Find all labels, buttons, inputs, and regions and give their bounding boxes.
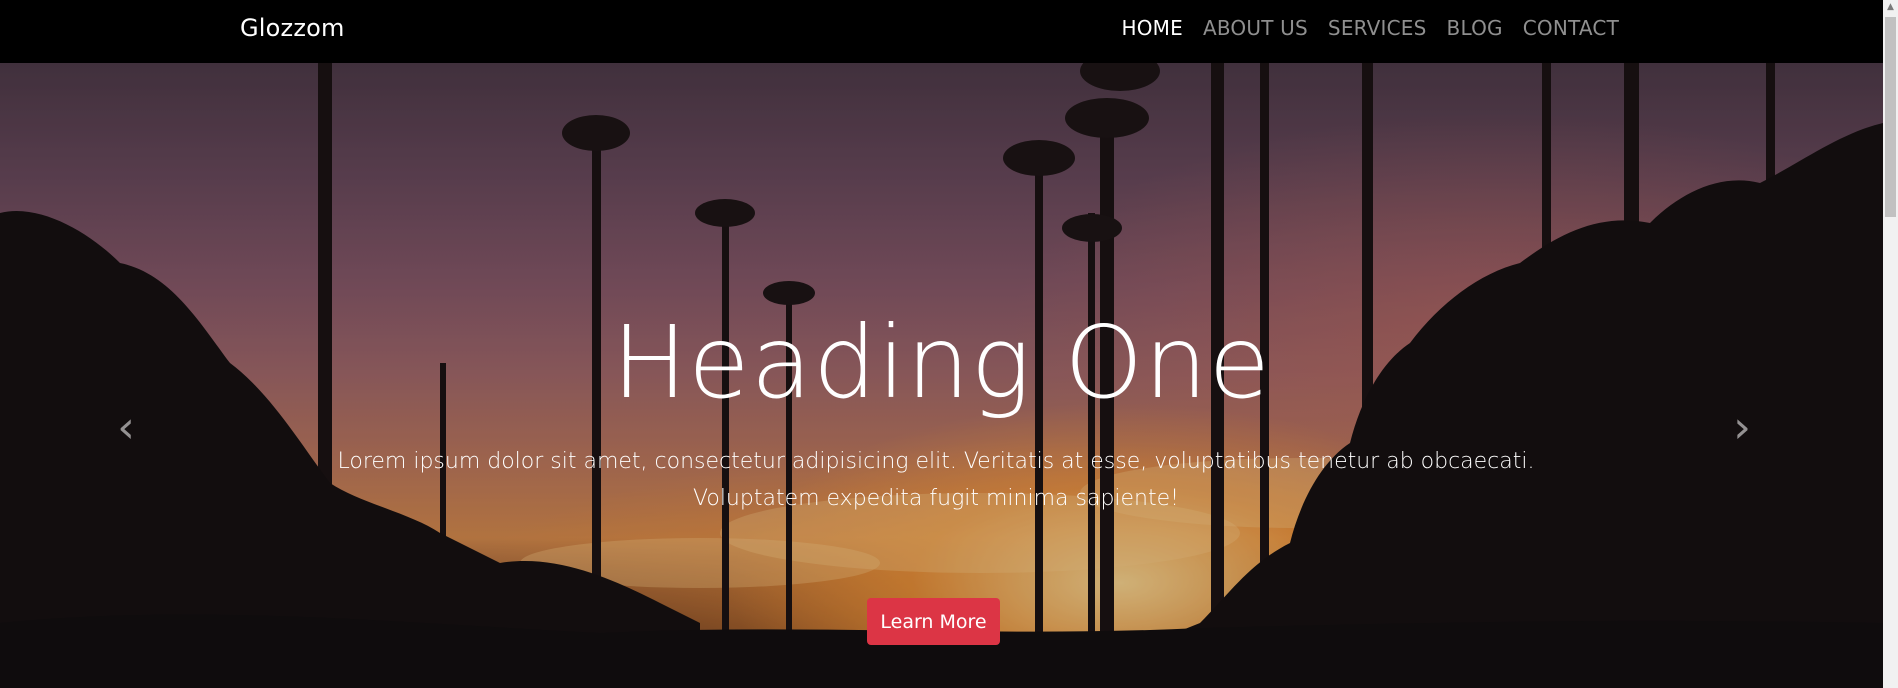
learn-more-button[interactable]: Learn More: [867, 598, 1000, 645]
nav-link-blog[interactable]: BLOG: [1447, 16, 1503, 40]
vertical-scrollbar[interactable]: ▲: [1883, 0, 1898, 688]
nav-link-contact[interactable]: CONTACT: [1523, 16, 1619, 40]
hero-description: Lorem ipsum dolor sit amet, consectetur …: [337, 449, 1535, 511]
nav-link-services[interactable]: SERVICES: [1328, 16, 1427, 40]
hero-heading: Heading One: [611, 304, 1272, 421]
chevron-right-icon: ›: [1733, 402, 1751, 453]
scrollbar-thumb[interactable]: [1885, 17, 1896, 217]
carousel-prev-button[interactable]: ‹: [106, 406, 146, 450]
brand-logo[interactable]: Glozzom: [240, 14, 345, 42]
nav-menu: HOME ABOUT US SERVICES BLOG CONTACT: [1121, 16, 1619, 40]
chevron-left-icon: ‹: [117, 402, 135, 453]
nav-link-about-us[interactable]: ABOUT US: [1203, 16, 1308, 40]
navbar: Glozzom HOME ABOUT US SERVICES BLOG CONT…: [0, 0, 1883, 63]
carousel-next-button[interactable]: ›: [1722, 406, 1762, 450]
nav-link-home[interactable]: HOME: [1121, 16, 1182, 40]
scroll-up-arrow-icon[interactable]: ▲: [1883, 0, 1898, 15]
hero-carousel: Heading One Lorem ipsum dolor sit amet, …: [0, 63, 1883, 688]
